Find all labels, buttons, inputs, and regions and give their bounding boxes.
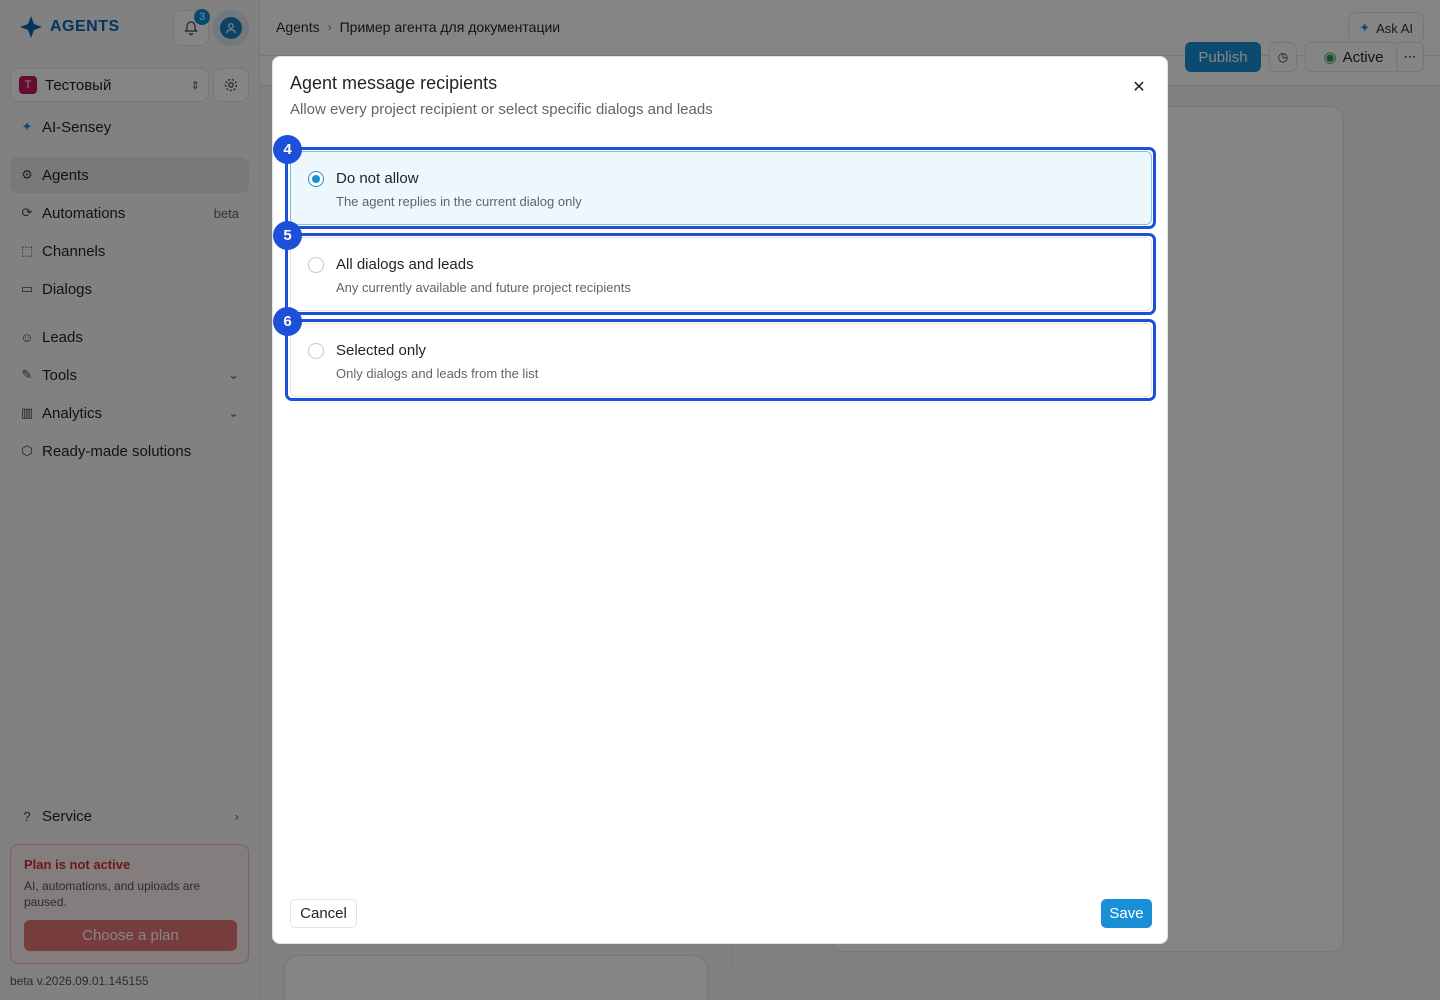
close-icon: ✕ xyxy=(1132,79,1146,96)
option-all-dialogs-and-leads[interactable]: All dialogs and leads Any currently avai… xyxy=(290,237,1152,311)
step-marker: 6 xyxy=(273,307,302,336)
recipients-dialog: Agent message recipients Allow every pro… xyxy=(272,56,1168,944)
option-selected-only[interactable]: Selected only Only dialogs and leads fro… xyxy=(290,323,1152,397)
close-button[interactable]: ✕ xyxy=(1129,77,1149,97)
option-description: Any currently available and future proje… xyxy=(336,280,631,295)
radio-button[interactable] xyxy=(308,171,324,187)
option-description: The agent replies in the current dialog … xyxy=(336,194,582,209)
radio-button[interactable] xyxy=(308,343,324,359)
option-description: Only dialogs and leads from the list xyxy=(336,366,539,381)
cancel-button[interactable]: Cancel xyxy=(290,899,357,928)
option-label: Selected only xyxy=(336,342,427,359)
option-label: All dialogs and leads xyxy=(336,256,474,273)
option-label: Do not allow xyxy=(336,170,419,187)
radio-button[interactable] xyxy=(308,257,324,273)
save-button[interactable]: Save xyxy=(1101,899,1152,928)
step-marker: 5 xyxy=(273,221,302,250)
dialog-title: Agent message recipients xyxy=(290,73,498,93)
step-marker: 4 xyxy=(273,135,302,164)
dialog-subtitle: Allow every project recipient or select … xyxy=(290,101,713,118)
option-do-not-allow[interactable]: Do not allow The agent replies in the cu… xyxy=(290,151,1152,225)
